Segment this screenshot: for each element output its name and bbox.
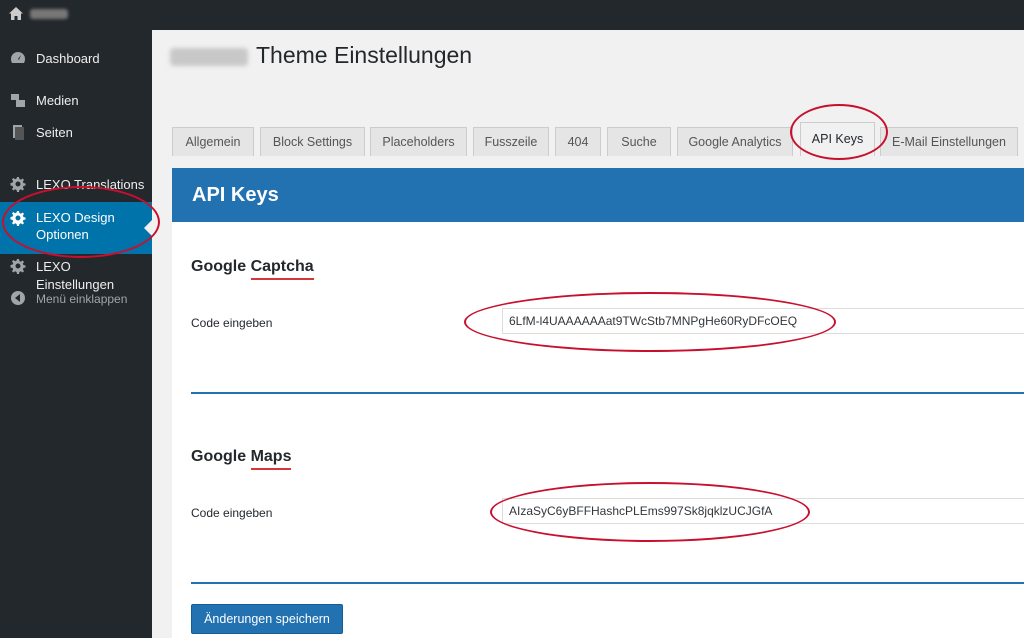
sidebar-item-lexo-translations[interactable]: LEXO Translations <box>0 174 152 194</box>
tab-email-einstellungen[interactable]: E-Mail Einstellungen <box>880 127 1018 156</box>
tab-block-settings[interactable]: Block Settings <box>260 127 365 156</box>
tab-google-analytics[interactable]: Google Analytics <box>677 127 793 156</box>
section-divider <box>191 582 1024 584</box>
gear-icon <box>10 259 26 274</box>
section-title-prefix: Google <box>191 258 251 275</box>
sidebar-item-pages[interactable]: Seiten <box>0 122 152 142</box>
section-title-prefix: Google <box>191 448 251 465</box>
sidebar-item-dashboard[interactable]: Dashboard <box>0 48 152 68</box>
tab-404[interactable]: 404 <box>555 127 601 156</box>
sidebar-item-label: LEXO Design <box>36 210 115 225</box>
maps-code-input[interactable] <box>502 498 1024 524</box>
admin-bar <box>0 0 1024 30</box>
panel-heading: API Keys <box>192 184 279 206</box>
sidebar-item-label: Medien <box>36 93 79 108</box>
sidebar-item-media[interactable]: Medien <box>0 90 152 110</box>
tab-placeholders[interactable]: Placeholders <box>370 127 467 156</box>
home-icon[interactable] <box>8 6 24 22</box>
section-title-google-maps: Google Maps <box>191 448 292 470</box>
tab-allgemein[interactable]: Allgemein <box>172 127 254 156</box>
sidebar-item-lexo-einstellungen[interactable]: LEXO Einstellungen <box>0 256 152 292</box>
sidebar-item-label: Seiten <box>36 125 73 140</box>
gear-icon <box>10 177 26 192</box>
sidebar-collapse-menu[interactable]: Menü einklappen <box>0 288 152 308</box>
section-title-highlight: Maps <box>250 448 292 470</box>
section-divider <box>191 392 1024 394</box>
section-title-google-captcha: Google Captcha <box>191 258 314 280</box>
page-title: Theme Einstellungen <box>256 42 473 68</box>
settings-tabs: Allgemein Block Settings Placeholders Fu… <box>172 122 1024 157</box>
save-changes-button[interactable]: Änderungen speichern <box>191 604 343 634</box>
api-keys-panel: API Keys Google Captcha Code eingeben Go… <box>172 168 1024 638</box>
tab-api-keys[interactable]: API Keys <box>800 122 875 156</box>
panel-header: API Keys <box>172 168 1024 222</box>
media-icon <box>11 94 25 107</box>
sidebar-item-label: Optionen <box>36 227 89 242</box>
tab-fusszeile[interactable]: Fusszeile <box>473 127 549 156</box>
site-name-blurred <box>170 48 248 66</box>
pages-icon <box>13 125 24 140</box>
tab-suche[interactable]: Suche <box>607 127 671 156</box>
section-title-highlight: Captcha <box>250 258 314 280</box>
captcha-code-input[interactable] <box>502 308 1024 334</box>
maps-field-label: Code eingeben <box>191 506 273 520</box>
dashboard-icon <box>10 52 26 63</box>
sidebar-item-lexo-design-optionen[interactable]: LEXO Design Optionen <box>0 202 152 254</box>
admin-sidebar: Dashboard Medien Seiten LEXO Translation… <box>0 30 152 638</box>
captcha-field-label: Code eingeben <box>191 316 273 330</box>
active-indicator <box>144 220 152 236</box>
sidebar-item-label: LEXO Translations <box>36 177 145 192</box>
gear-icon <box>10 211 26 226</box>
site-name-blurred[interactable] <box>30 9 68 19</box>
collapse-icon <box>11 291 25 305</box>
sidebar-item-label: Menü einklappen <box>36 292 128 306</box>
sidebar-item-label: Dashboard <box>36 51 100 66</box>
